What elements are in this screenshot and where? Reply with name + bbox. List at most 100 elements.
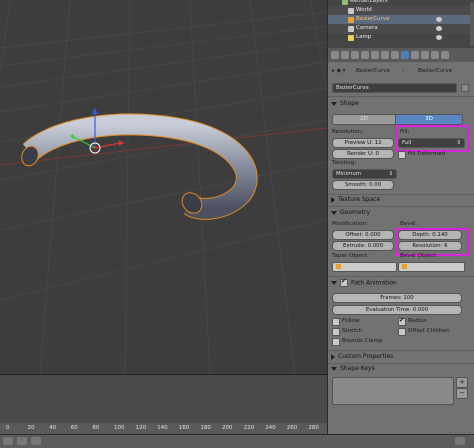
radius-checkbox[interactable] — [398, 317, 406, 326]
world-tab-icon[interactable] — [361, 51, 369, 59]
follow-label: Follow — [342, 318, 360, 324]
radius-label: Radius — [408, 318, 427, 324]
frame-tick-label: 240 — [265, 425, 276, 431]
shape-keys-list[interactable] — [332, 377, 454, 405]
render-u-field[interactable]: Render U: 0 — [332, 149, 394, 159]
outliner-item-label: World — [356, 7, 372, 13]
view-menu-icon[interactable] — [17, 437, 27, 445]
frame-tick-label: 200 — [222, 425, 233, 431]
constraints-tab-icon[interactable] — [381, 51, 389, 59]
stretch-checkbox[interactable] — [332, 328, 340, 336]
outliner-item-icon — [342, 0, 348, 5]
object-icon — [402, 264, 407, 269]
modifiers-tab-icon[interactable] — [391, 51, 399, 59]
evaluation-time-field[interactable]: Evaluation Time: 0.000 — [332, 305, 462, 315]
smooth-field[interactable]: Smooth: 0.00 — [332, 180, 394, 190]
material-tab-icon[interactable] — [411, 51, 419, 59]
fill-deformed-label: Fill Deformed — [408, 151, 446, 157]
frames-field[interactable]: Frames: 100 — [332, 293, 462, 303]
frame-tick-label: 160 — [178, 425, 190, 431]
breadcrumb-object: BezierCurve — [356, 68, 391, 74]
preview-u-field[interactable]: Preview U: 12 — [332, 138, 394, 148]
outliner-scrollbar[interactable] — [470, 2, 474, 46]
particles-tab-icon[interactable] — [431, 51, 439, 59]
extrude-field[interactable]: Extrude: 0.000 — [332, 241, 394, 251]
editor-type-icon[interactable] — [3, 437, 13, 445]
taper-object-label: Taper Object: — [332, 253, 370, 259]
datablock-name-field[interactable]: BezierCurve — [332, 83, 457, 93]
outliner-item-icon — [348, 35, 354, 41]
offset-children-checkbox[interactable] — [398, 328, 406, 336]
bevel-object-field[interactable] — [398, 262, 465, 272]
fill-deformed-checkbox[interactable] — [398, 151, 406, 159]
remove-shape-key-icon[interactable]: − — [456, 388, 468, 399]
curve-3d-button[interactable]: 3D — [395, 114, 463, 125]
frame-tick-label: 220 — [243, 425, 255, 431]
offset-children-label: Offset Children — [408, 328, 450, 334]
scene-tab-icon[interactable] — [351, 51, 359, 59]
shape-panel-header[interactable]: Shape — [331, 100, 359, 107]
texture-tab-icon[interactable] — [421, 51, 429, 59]
twisting-dropdown[interactable]: Minimum ⇕ — [332, 169, 397, 179]
visibility-eye-icon[interactable] — [436, 26, 442, 31]
path-animation-panel-header[interactable]: Path Animation — [331, 278, 397, 287]
outliner-item-label: RenderLayers — [350, 0, 388, 4]
curve-data-tab-icon[interactable] — [401, 51, 409, 59]
visibility-eye-icon[interactable] — [436, 17, 442, 22]
render-tab-icon[interactable] — [331, 51, 339, 59]
bezier-curve-tube — [21, 113, 258, 220]
timeline[interactable]: 0 20 40 60 80 100 120 140 160 180 200 220 240 260 280 — [0, 374, 327, 435]
curve-2d-button[interactable]: 2D — [332, 114, 396, 125]
taper-object-field[interactable] — [332, 262, 397, 272]
frame-tick-label: 120 — [135, 425, 147, 431]
outliner-item-label: Camera — [356, 25, 378, 31]
properties-editor[interactable]: ▸ ◆ ▾ BezierCurve › BezierCurve BezierCu… — [327, 48, 474, 434]
outliner-item-label: BezierCurve — [356, 16, 390, 22]
frame-tick-label: 60 — [70, 425, 78, 431]
viewport-canvas — [0, 0, 327, 374]
modification-label: Modification: — [332, 221, 368, 227]
object-icon — [336, 264, 341, 269]
frame-tick-label: 100 — [114, 425, 125, 431]
collapse-triangle-icon — [331, 196, 335, 203]
physics-tab-icon[interactable] — [441, 51, 449, 59]
outliner-item-icon — [348, 17, 354, 23]
breadcrumb-data: BezierCurve — [418, 68, 453, 74]
follow-checkbox[interactable] — [332, 318, 340, 326]
frame-tick-label: 20 — [27, 425, 35, 431]
shape-keys-panel-header[interactable]: Shape Keys — [331, 365, 375, 372]
bevel-object-label: Bevel Object: — [400, 253, 438, 259]
timeline-header — [0, 434, 474, 448]
texture-space-panel-header[interactable]: Texture Space — [331, 196, 380, 203]
marker-menu-icon[interactable] — [31, 437, 41, 445]
frame-tick-label: 260 — [286, 425, 298, 431]
outliner-item-label: Lamp — [356, 34, 372, 40]
outliner-row[interactable]: Lamp — [328, 33, 474, 43]
frame-tick-label: 40 — [49, 425, 57, 431]
expand-triangle-icon — [331, 281, 337, 285]
outliner-editor-icon[interactable] — [455, 437, 465, 445]
outliner[interactable]: RenderLayers World BezierCurve Camera Lamp — [327, 0, 474, 48]
bounds-clamp-label: Bounds Clamp — [342, 338, 383, 344]
breadcrumb-icons: ▸ ◆ ▾ — [332, 68, 346, 74]
collapse-triangle-icon — [331, 353, 335, 360]
add-shape-key-icon[interactable]: + — [456, 377, 468, 388]
expand-triangle-icon — [331, 366, 337, 371]
custom-properties-panel-header[interactable]: Custom Properties — [331, 353, 393, 360]
visibility-eye-icon[interactable] — [436, 35, 442, 40]
object-tab-icon[interactable] — [371, 51, 379, 59]
frame-tick-label: 140 — [157, 425, 168, 431]
offset-field[interactable]: Offset: 0.000 — [332, 230, 394, 240]
3d-viewport[interactable] — [0, 0, 327, 374]
geometry-panel-header[interactable]: Geometry — [331, 209, 370, 216]
path-animation-checkbox[interactable] — [340, 278, 348, 287]
fill-highlight-box — [395, 125, 469, 152]
bounds-clamp-checkbox[interactable] — [332, 338, 340, 346]
twisting-label: Twisting: — [332, 160, 357, 166]
fake-user-icon[interactable] — [461, 84, 469, 92]
frame-tick-label: 280 — [308, 425, 319, 431]
render-layers-tab-icon[interactable] — [341, 51, 349, 59]
frame-tick-label: 180 — [200, 425, 211, 431]
outliner-item-icon — [348, 26, 354, 32]
stretch-label: Stretch — [342, 328, 363, 334]
